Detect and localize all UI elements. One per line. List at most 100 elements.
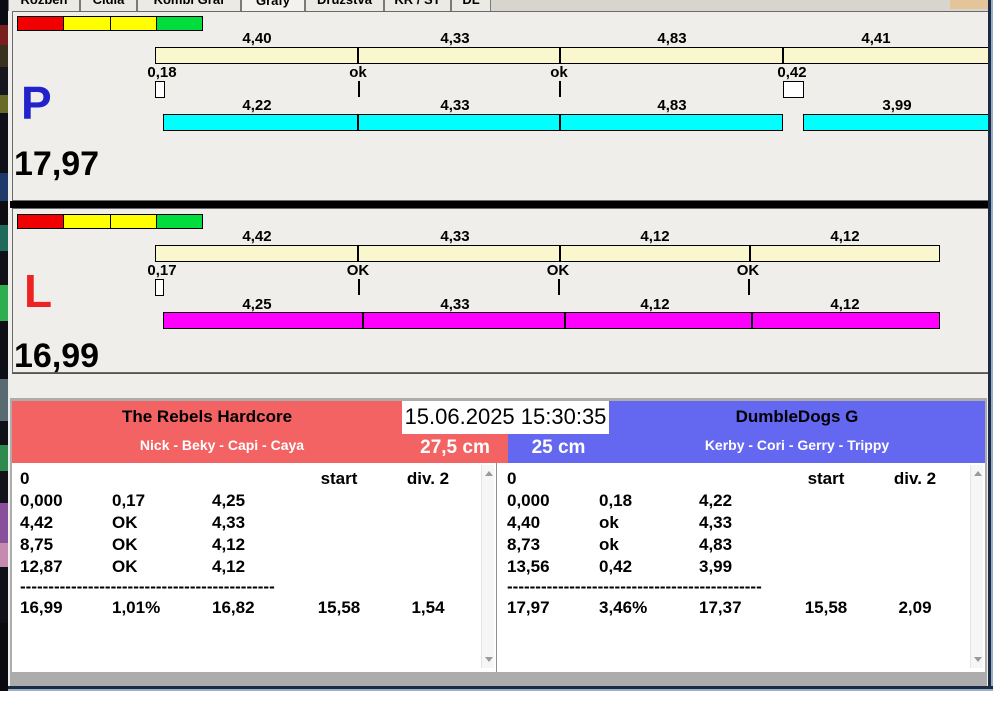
tab-label: Rozbeh <box>21 0 68 7</box>
tab-label: Kombi Graf <box>154 0 225 7</box>
cell: 4,33 <box>699 513 733 532</box>
scroll-up-icon[interactable] <box>974 471 982 476</box>
bar-divider <box>749 246 751 261</box>
lane-p-total-time: 17,97 <box>14 145 100 183</box>
lane-l-bottom-time: 4,33 <box>440 296 470 313</box>
cell: 4,22 <box>699 491 733 510</box>
total-div: 2,09 <box>898 598 932 617</box>
light-yellow <box>111 215 157 228</box>
team-headers: The Rebels Hardcore Nick - Beky - Capi -… <box>12 401 985 463</box>
cell: 0 <box>20 469 30 488</box>
cell: 3,99 <box>699 557 733 576</box>
bar-divider <box>362 313 364 328</box>
lane-p-judge-bar <box>155 47 989 64</box>
lane-l-top-time: 4,33 <box>440 228 470 245</box>
tab-label: Družstva <box>317 0 372 7</box>
total-net: 16,82 <box>212 598 255 617</box>
tab-bar: Rozbeh Cidla Kombi Graf Grafy Družstva K… <box>8 0 988 11</box>
panel-gap <box>12 373 989 398</box>
change-tick <box>358 81 360 97</box>
bar-divider <box>357 115 359 130</box>
change-tick <box>748 279 750 295</box>
team-right-jump-height: 25 cm <box>508 434 609 463</box>
tab-kr-st[interactable]: KR / ST <box>384 0 451 11</box>
lane-p-top-time: 4,33 <box>440 30 470 47</box>
lane-l-judge-bar <box>155 245 940 262</box>
results-section: The Rebels Hardcore Nick - Beky - Capi -… <box>10 398 987 687</box>
lane-p-letter: P <box>21 77 52 129</box>
cell: 4,42 <box>20 513 54 532</box>
tab-rozbeh[interactable]: Rozbeh <box>8 0 80 11</box>
result-tables: 0 start div. 2 0,000 0,17 4,25 4,42 OK 4,33 8,… <box>12 463 985 672</box>
light-yellow <box>111 17 157 30</box>
cell: 0,000 <box>507 491 550 510</box>
window-border <box>8 686 993 691</box>
change-tick <box>558 279 560 295</box>
lane-p-light-strip <box>17 16 203 31</box>
cell: 4,12 <box>212 557 246 576</box>
lane-l-letter: L <box>24 265 53 317</box>
light-yellow <box>64 215 111 228</box>
cell: 0,17 <box>112 491 146 510</box>
tab-kombi-graf[interactable]: Kombi Graf <box>137 0 241 11</box>
light-red <box>18 17 64 30</box>
total-div: 1,54 <box>411 598 445 617</box>
scrollbar[interactable] <box>970 465 983 668</box>
lane-p-bottom-time: 4,22 <box>242 97 272 114</box>
scrollbar[interactable] <box>481 465 494 668</box>
bar-divider <box>357 246 359 261</box>
cell: OK <box>112 557 138 576</box>
cell: 0,42 <box>599 557 633 576</box>
team-left-table[interactable]: 0 start div. 2 0,000 0,17 4,25 4,42 OK 4,33 8,… <box>12 463 497 672</box>
lane-p-top-time: 4,83 <box>657 30 687 47</box>
background-window-fragment <box>950 0 988 9</box>
cell: 0 <box>507 469 517 488</box>
lane-p-bottom-time: 3,99 <box>882 97 912 114</box>
tab-label: KR / ST <box>394 0 440 7</box>
lane-l-bottom-time: 4,12 <box>640 296 670 313</box>
scroll-down-icon[interactable] <box>485 657 493 662</box>
bar-divider <box>751 313 753 328</box>
scroll-up-icon[interactable] <box>485 471 493 476</box>
lane-l-mark-label: OK <box>346 262 370 279</box>
tab-druzstva[interactable]: Družstva <box>305 0 384 11</box>
start-delay-box <box>155 279 164 296</box>
team-left-name: The Rebels Hardcore <box>121 407 293 426</box>
change-tick <box>358 279 360 295</box>
cell: ok <box>599 535 619 554</box>
bar-divider <box>564 313 566 328</box>
cell: 4,83 <box>699 535 733 554</box>
lane-l-bottom-time: 4,12 <box>830 296 860 313</box>
lane-p-mark-label: ok <box>550 64 568 81</box>
lane-p-bottom-time: 4,83 <box>657 97 687 114</box>
cell: OK <box>112 513 138 532</box>
team-left-jump-height: 27,5 cm <box>402 434 508 463</box>
lane-l-mark-label: 0,17 <box>147 262 177 279</box>
scroll-down-icon[interactable] <box>974 657 982 662</box>
lane-l-light-strip <box>17 214 203 229</box>
cell: OK <box>112 535 138 554</box>
start-header: start <box>807 469 845 488</box>
bar-divider <box>559 246 561 261</box>
cell: 4,12 <box>212 535 246 554</box>
window-border <box>988 0 993 691</box>
footer-bottom-band <box>10 672 987 687</box>
bar-divider <box>782 48 784 63</box>
lane-p-bottom-time: 4,33 <box>440 97 470 114</box>
tab-grafy[interactable]: Grafy <box>241 0 305 11</box>
cell: 8,73 <box>507 535 541 554</box>
team-right-table[interactable]: 0 start div. 2 0,000 0,18 4,22 4,40 ok 4,33 8,… <box>499 463 985 672</box>
cell: 0,18 <box>599 491 633 510</box>
total-start: 15,58 <box>804 598 848 617</box>
tab-dl[interactable]: DL <box>451 0 491 11</box>
cell: 4,40 <box>507 513 541 532</box>
total-start: 15,58 <box>317 598 361 617</box>
cell: 4,25 <box>212 491 246 510</box>
tab-cidla[interactable]: Cidla <box>80 0 137 11</box>
lane-p-top-time: 4,41 <box>861 30 891 47</box>
cell: 8,75 <box>20 535 54 554</box>
cell: 4,33 <box>212 513 246 532</box>
bar-divider <box>559 48 561 63</box>
cell: ok <box>599 513 619 532</box>
light-green <box>157 17 202 30</box>
